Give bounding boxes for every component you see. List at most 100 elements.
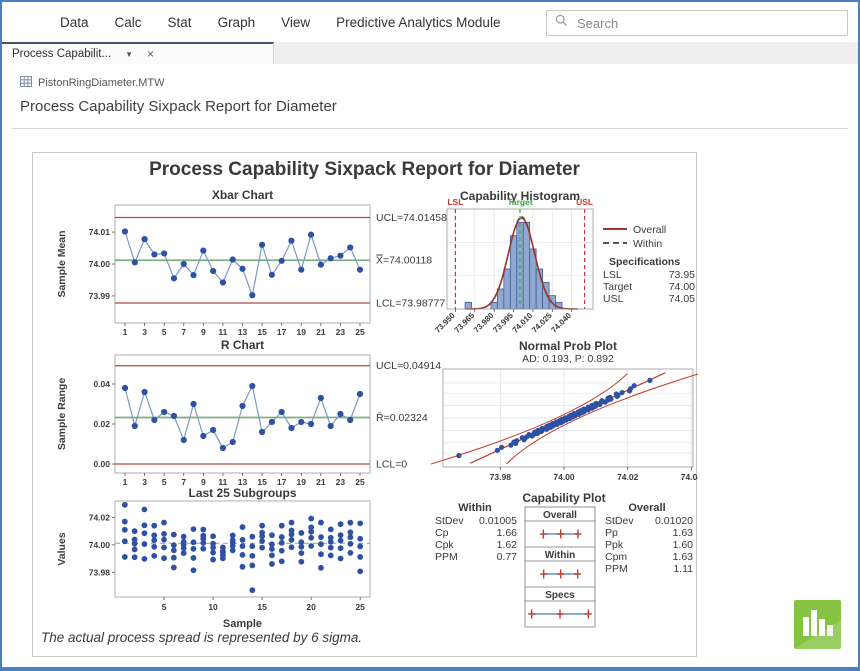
svg-text:15: 15 — [257, 477, 267, 487]
svg-text:73.995: 73.995 — [491, 311, 515, 335]
menu-item-predictive-analytics-module[interactable]: Predictive Analytics Module — [336, 15, 500, 30]
svg-text:Ppk: Ppk — [605, 539, 624, 551]
svg-text:73.95: 73.95 — [669, 269, 695, 281]
svg-text:PPM: PPM — [605, 563, 628, 575]
report-footnote: The actual process spread is represented… — [41, 630, 362, 645]
worksheet-grid-icon — [20, 76, 32, 90]
svg-text:13: 13 — [238, 327, 248, 337]
search-box[interactable] — [546, 10, 848, 36]
svg-text:15: 15 — [257, 327, 267, 337]
svg-text:1.63: 1.63 — [673, 551, 694, 563]
svg-text:1.66: 1.66 — [497, 527, 518, 539]
svg-text:73.98: 73.98 — [89, 567, 111, 577]
svg-text:73.98: 73.98 — [490, 472, 512, 482]
svg-text:23: 23 — [336, 327, 346, 337]
tab-close-icon[interactable]: × — [147, 47, 154, 61]
capability-plot-chart: Capability PlotOverallWithinSpecsWithinS… — [431, 491, 698, 631]
svg-text:73.99: 73.99 — [89, 291, 111, 301]
menu-item-calc[interactable]: Calc — [115, 15, 142, 30]
content-area: PistonRingDiameter.MTW Process Capabilit… — [2, 64, 858, 669]
svg-text:3: 3 — [142, 477, 147, 487]
menu-item-graph[interactable]: Graph — [218, 15, 256, 30]
svg-text:Sample Range: Sample Range — [56, 378, 68, 451]
svg-text:0.00: 0.00 — [93, 459, 110, 469]
menu-item-stat[interactable]: Stat — [168, 15, 192, 30]
svg-text:25: 25 — [355, 327, 365, 337]
svg-text:Sample Mean: Sample Mean — [56, 230, 68, 297]
svg-text:74.00: 74.00 — [89, 259, 111, 269]
svg-text:AD: 0.193, P: 0.892: AD: 0.193, P: 0.892 — [522, 353, 614, 365]
svg-text:21: 21 — [316, 477, 326, 487]
svg-text:9: 9 — [201, 327, 206, 337]
svg-text:74.05: 74.05 — [669, 293, 695, 305]
search-input[interactable] — [575, 15, 839, 32]
svg-text:Sample: Sample — [223, 618, 262, 630]
capability-histogram-chart: Capability HistogramLSLTargetUSL73.95073… — [431, 189, 698, 339]
svg-text:0.01005: 0.01005 — [479, 515, 517, 527]
svg-text:74.02: 74.02 — [617, 472, 639, 482]
xbar-chart: Xbar ChartSample Mean73.9974.0074.011357… — [53, 189, 473, 337]
svg-text:3: 3 — [142, 327, 147, 337]
heading-divider — [12, 128, 848, 129]
svg-text:74.02: 74.02 — [89, 512, 111, 522]
svg-text:15: 15 — [257, 602, 267, 612]
svg-text:Within: Within — [458, 502, 492, 514]
svg-text:74.00: 74.00 — [553, 472, 575, 482]
svg-text:LCL=0: LCL=0 — [376, 459, 407, 471]
svg-text:Overall: Overall — [543, 510, 577, 521]
svg-text:74.025: 74.025 — [530, 311, 554, 335]
svg-text:11: 11 — [218, 327, 227, 337]
svg-text:19: 19 — [297, 327, 307, 337]
search-icon — [555, 14, 568, 32]
svg-text:5: 5 — [162, 327, 167, 337]
worksheet-row[interactable]: PistonRingDiameter.MTW — [20, 76, 165, 90]
tab-dropdown-caret-icon[interactable]: ▼ — [125, 50, 133, 59]
svg-text:Overall: Overall — [633, 224, 666, 236]
svg-text:17: 17 — [277, 327, 287, 337]
svg-text:0.01020: 0.01020 — [655, 515, 693, 527]
svg-text:Normal Prob Plot: Normal Prob Plot — [519, 339, 617, 353]
page-heading: Process Capability Sixpack Report for Di… — [20, 98, 337, 115]
svg-text:74.00: 74.00 — [669, 281, 695, 293]
svg-text:7: 7 — [181, 327, 186, 337]
svg-text:19: 19 — [297, 477, 307, 487]
svg-text:11: 11 — [218, 477, 227, 487]
svg-text:StDev: StDev — [605, 515, 634, 527]
svg-text:74.010: 74.010 — [511, 311, 535, 335]
svg-text:73.950: 73.950 — [433, 311, 457, 335]
svg-text:Pp: Pp — [605, 527, 618, 539]
svg-text:Cp: Cp — [435, 527, 449, 539]
svg-text:73.965: 73.965 — [453, 311, 477, 335]
svg-text:10: 10 — [208, 602, 218, 612]
svg-text:Within: Within — [633, 238, 662, 250]
svg-text:StDev: StDev — [435, 515, 464, 527]
report-title: Process Capability Sixpack Report for Di… — [33, 159, 696, 181]
svg-text:25: 25 — [355, 477, 365, 487]
minitab-logo-icon[interactable] — [794, 600, 841, 649]
menu-item-data[interactable]: Data — [60, 15, 89, 30]
svg-text:Cpm: Cpm — [605, 551, 627, 563]
svg-text:Cpk: Cpk — [435, 539, 454, 551]
normal-prob-plot-chart: Normal Prob PlotAD: 0.193, P: 0.892 73.98… — [431, 339, 698, 485]
svg-text:R Chart: R Chart — [221, 339, 264, 352]
menu-item-view[interactable]: View — [281, 15, 310, 30]
svg-text:74.040: 74.040 — [549, 311, 573, 335]
svg-text:Values: Values — [56, 532, 68, 565]
svg-text:73.980: 73.980 — [472, 311, 496, 335]
svg-text:13: 13 — [238, 477, 248, 487]
last-25-subgroups-chart: Last 25 SubgroupsValues73.9874.0074.0251… — [53, 487, 473, 633]
svg-text:7: 7 — [181, 477, 186, 487]
svg-text:Xbar Chart: Xbar Chart — [212, 189, 273, 202]
tab-process-capability[interactable]: Process Capabilit... ▼ × — [2, 42, 274, 64]
svg-text:5: 5 — [162, 477, 167, 487]
svg-text:Specifications: Specifications — [609, 256, 680, 268]
svg-text:74.00: 74.00 — [89, 540, 111, 550]
tab-bar: Process Capabilit... ▼ × — [2, 42, 858, 64]
svg-text:0.04: 0.04 — [93, 379, 110, 389]
svg-text:Target: Target — [507, 197, 533, 207]
svg-text:X̿=74.00118: X̿=74.00118 — [375, 254, 432, 267]
svg-text:0.77: 0.77 — [497, 551, 518, 563]
worksheet-name: PistonRingDiameter.MTW — [38, 77, 165, 89]
svg-text:0.02: 0.02 — [93, 419, 110, 429]
svg-text:17: 17 — [277, 477, 287, 487]
